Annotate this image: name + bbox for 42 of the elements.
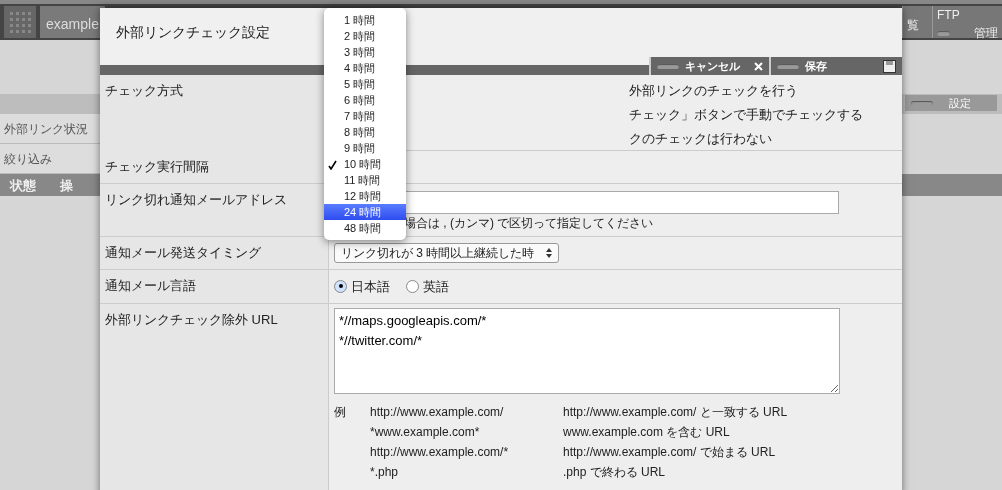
email-field[interactable]: [404, 191, 839, 214]
dropdown-option[interactable]: 24 時間: [324, 204, 406, 220]
select-arrows-icon: [546, 248, 552, 258]
column-header: 状態: [10, 177, 36, 194]
side-item[interactable]: 外部リンク状況: [0, 114, 100, 144]
option-label: クのチェックは行わない: [629, 130, 773, 148]
example-pattern: http://www.example.com/: [370, 402, 563, 422]
column-header: 操: [60, 177, 73, 194]
example-meaning: http://www.example.com/ と一致する URL: [563, 404, 788, 421]
close-icon: [754, 61, 763, 71]
example-meaning: .php で終わる URL: [563, 464, 667, 481]
radio-button[interactable]: [334, 279, 347, 293]
save-icon: [883, 59, 896, 73]
dropdown-option[interactable]: 1 時間: [324, 12, 406, 28]
example-label: 例: [334, 405, 346, 419]
radio-option[interactable]: 英語: [406, 276, 449, 296]
example-meaning: www.example.com を含む URL: [563, 424, 731, 441]
dropdown-option[interactable]: 3 時間: [324, 44, 406, 60]
radio-button[interactable]: [406, 279, 419, 293]
side-item[interactable]: 絞り込み: [0, 144, 100, 174]
field-label: 通知メール発送タイミング: [100, 237, 329, 269]
nav-tab[interactable]: 覧: [902, 6, 932, 38]
option-label: 外部リンクのチェックを行う: [629, 82, 799, 100]
example-pattern: http://www.example.com/*: [370, 442, 563, 462]
dropdown-option[interactable]: 4 時間: [324, 60, 406, 76]
timing-select[interactable]: リンク切れが 3 時間以上継続した時: [334, 243, 559, 263]
field-label: 外部リンクチェック除外 URL: [100, 304, 329, 490]
url-textarea[interactable]: *//maps.googleapis.com/* *//twitter.com/*: [334, 308, 840, 394]
example-pattern: *www.example.com*: [370, 422, 563, 442]
example-pattern: *.php: [370, 464, 400, 481]
pill-icon: [911, 100, 933, 106]
pill-icon: [657, 63, 679, 69]
pill-icon: [777, 63, 799, 69]
dropdown-option[interactable]: 2 時間: [324, 28, 406, 44]
option-label: チェック」ボタンで手動でチェックする: [629, 106, 864, 124]
dialog-button[interactable]: キャンセル: [649, 57, 769, 75]
example-meaning: http://www.example.com/ で始まる URL: [563, 444, 777, 461]
pill-icon: [937, 30, 950, 36]
nav-tab[interactable]: FTP 管理: [932, 6, 1002, 38]
dialog-button[interactable]: 保存: [769, 57, 902, 75]
field-label: 通知メール言語: [100, 269, 329, 303]
radio-option[interactable]: 日本語: [334, 276, 390, 296]
